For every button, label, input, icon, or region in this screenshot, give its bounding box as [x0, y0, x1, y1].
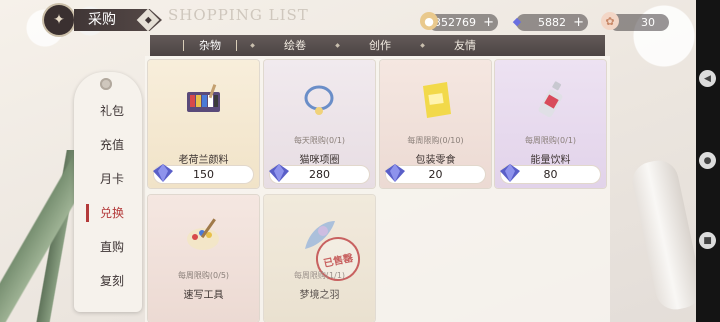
- purchase-limit: 每周限购(0/5): [177, 271, 230, 280]
- buy-price-button[interactable]: 280: [269, 164, 369, 183]
- nav-home-icon[interactable]: ●: [699, 152, 716, 169]
- back-button[interactable]: ✦: [44, 5, 74, 35]
- butterfly-icon: ✦: [53, 12, 65, 28]
- energy-drink-icon: [538, 81, 563, 118]
- shop-item-card[interactable]: 每周限购(0/5) 速写工具: [148, 195, 259, 322]
- tab-friendship[interactable]: 友情: [430, 35, 500, 56]
- shop-item-card[interactable]: 每周限购(0/10) 包装零食 20: [380, 60, 491, 188]
- tag-hole: [100, 78, 112, 90]
- tab-separator-icon: ◆: [420, 42, 425, 49]
- cat-collar-icon: [304, 85, 334, 115]
- tab-separator-icon: ◆: [335, 42, 340, 49]
- menu-item-monthly-card[interactable]: 月卡: [82, 167, 142, 191]
- shop-item-card: 已售罄 每周限购(1/1) 梦境之羽: [264, 195, 375, 322]
- tab-creation[interactable]: 创作: [345, 35, 415, 56]
- menu-item-recharge[interactable]: 充值: [82, 133, 142, 157]
- snack-bag-icon: [423, 82, 451, 118]
- add-coin-button[interactable]: +: [483, 14, 494, 31]
- menu-item-direct-buy[interactable]: 直购: [82, 235, 142, 259]
- menu-item-gift-pack[interactable]: 礼包: [82, 99, 142, 123]
- purchase-limit: 每天限购(0/1): [293, 136, 346, 145]
- nav-recent-icon[interactable]: ■: [699, 232, 716, 249]
- shop-item-card[interactable]: 老荷兰颜料 150: [148, 60, 259, 188]
- currency-diamond: ◆ 5882 +: [513, 14, 588, 31]
- tab-scroll[interactable]: 绘卷: [260, 35, 330, 56]
- add-diamond-button[interactable]: +: [573, 14, 584, 31]
- purchase-limit: 每周限购(0/10): [407, 136, 464, 145]
- item-name: 梦境之羽: [299, 290, 340, 301]
- purchase-limit: 每周限购(1/1): [293, 271, 346, 280]
- palette-icon: [187, 218, 219, 250]
- shop-item-card[interactable]: 每天限购(0/1) 猫咪项圈 280: [264, 60, 375, 188]
- device-bezel: ◀ ● ■: [696, 0, 720, 322]
- currency-coin: ● 352769 +: [420, 12, 498, 31]
- star-token-icon: ✿: [601, 12, 619, 30]
- currency-token: ✿ 30: [601, 12, 669, 31]
- tab-separator-icon: ◆: [250, 42, 255, 49]
- menu-item-exchange[interactable]: 兑换: [82, 201, 142, 225]
- menu-item-rerun[interactable]: 复刻: [82, 269, 142, 293]
- english-title: SHOPPING LIST: [168, 6, 309, 24]
- purchase-limit: 每周限购(0/1): [524, 136, 577, 145]
- buy-price-button[interactable]: 80: [500, 164, 600, 183]
- item-name: 速写工具: [183, 290, 224, 301]
- diamond-icon: ◆: [512, 14, 522, 28]
- buy-price-button[interactable]: 20: [385, 164, 485, 183]
- buy-price-button[interactable]: 150: [153, 164, 253, 183]
- nav-back-icon[interactable]: ◀: [699, 70, 716, 87]
- tab-misc[interactable]: 杂物: [175, 35, 245, 56]
- shop-item-card[interactable]: 每周限购(0/1) 能量饮料 80: [495, 60, 606, 188]
- coin-icon: ●: [420, 12, 438, 30]
- paint-set-icon: [187, 84, 220, 112]
- category-tabs: 杂物 ◆ 绘卷 ◆ 创作 ◆ 友情: [150, 35, 605, 56]
